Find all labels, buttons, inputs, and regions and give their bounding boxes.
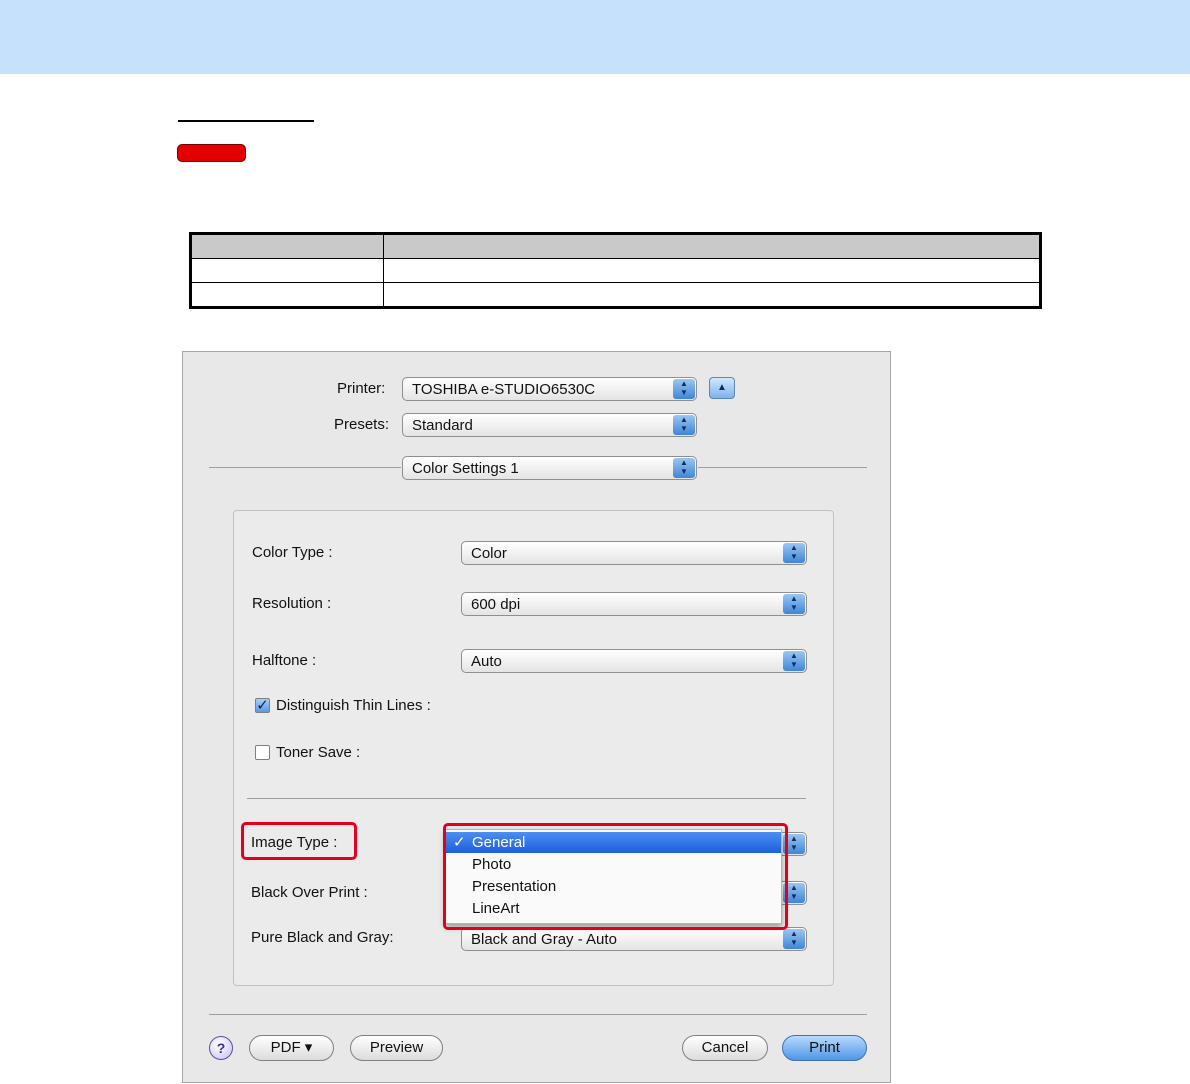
divider-left: [209, 467, 401, 468]
heading-underline: [178, 120, 314, 122]
color-type-value: Color: [471, 545, 507, 562]
pure-black-value: Black and Gray - Auto: [471, 931, 617, 948]
table-row: [190, 282, 1041, 308]
print-button[interactable]: Print: [782, 1035, 867, 1061]
pane-popup[interactable]: Color Settings 1 ▲ ▼: [402, 456, 697, 480]
resolution-value: 600 dpi: [471, 596, 521, 613]
up-down-arrows-icon: ▲ ▼: [783, 594, 805, 614]
section-divider: [247, 798, 806, 799]
up-down-arrows-icon: ▲ ▼: [783, 651, 805, 671]
resolution-label: Resolution :: [252, 595, 332, 612]
table-row: [190, 258, 1041, 283]
halftone-label: Halftone :: [252, 652, 317, 669]
printer-popup[interactable]: TOSHIBA e-STUDIO6530C ▲ ▼: [402, 377, 697, 401]
resolution-popup[interactable]: 600 dpi ▲ ▼: [461, 592, 807, 616]
printer-label: Printer:: [337, 380, 386, 397]
black-over-print-label: Black Over Print :: [251, 884, 368, 901]
up-down-arrows-icon: ▲ ▼: [673, 415, 695, 435]
toner-save-checkbox[interactable]: [255, 745, 270, 760]
up-down-arrows-icon: ▲ ▼: [673, 458, 695, 478]
color-type-label: Color Type :: [252, 544, 333, 561]
table-header-row: [190, 233, 1041, 259]
up-down-arrows-icon: ▲ ▼: [673, 379, 695, 399]
up-down-arrows-icon: ▲ ▼: [783, 929, 805, 949]
toner-save-label: Toner Save :: [276, 744, 361, 761]
footer-divider: [209, 1014, 867, 1015]
cancel-button[interactable]: Cancel: [682, 1035, 768, 1061]
thin-lines-checkbox[interactable]: ✓: [255, 698, 270, 713]
triangle-up-icon: ▲: [717, 382, 727, 393]
thin-lines-label: Distinguish Thin Lines :: [276, 697, 431, 714]
preview-button[interactable]: Preview: [350, 1035, 443, 1061]
header-banner: [0, 0, 1190, 74]
halftone-value: Auto: [471, 653, 502, 670]
printer-value: TOSHIBA e-STUDIO6530C: [412, 381, 596, 398]
presets-label: Presets:: [334, 416, 390, 433]
help-button[interactable]: ?: [209, 1036, 233, 1060]
up-down-arrows-icon: ▲ ▼: [783, 543, 805, 563]
pure-black-popup[interactable]: Black and Gray - Auto ▲ ▼: [461, 927, 807, 951]
color-type-popup[interactable]: Color ▲ ▼: [461, 541, 807, 565]
image-type-menu-highlight: [443, 823, 788, 930]
checkmark-icon: ✓: [256, 697, 269, 714]
presets-popup[interactable]: Standard ▲ ▼: [402, 413, 697, 437]
pane-value: Color Settings 1: [412, 460, 519, 477]
presets-value: Standard: [412, 417, 473, 434]
collapse-triangle-button[interactable]: ▲: [709, 377, 735, 399]
print-dialog: Printer: TOSHIBA e-STUDIO6530C ▲ ▼ ▲ Pres…: [182, 351, 891, 1083]
halftone-popup[interactable]: Auto ▲ ▼: [461, 649, 807, 673]
image-type-label-highlight: [241, 822, 357, 860]
red-label-tag: [177, 144, 246, 162]
pure-black-label: Pure Black and Gray:: [251, 929, 394, 946]
pdf-button[interactable]: PDF ▾: [249, 1035, 334, 1061]
info-table: [189, 232, 1042, 309]
divider-right: [698, 467, 867, 468]
